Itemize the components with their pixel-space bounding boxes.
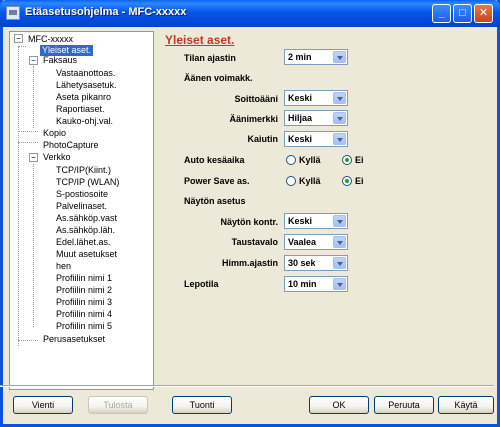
auto-kesaaika-yes-radio[interactable] xyxy=(286,155,296,165)
chevron-down-icon[interactable] xyxy=(333,257,346,269)
tree-line xyxy=(33,66,34,128)
tree-item-root[interactable]: MFC-xxxxx xyxy=(26,34,75,45)
auto-kesaaika-no-radio[interactable] xyxy=(342,155,352,165)
tree-line xyxy=(18,46,19,346)
tree-item-perusasetukset[interactable]: Perusasetukset xyxy=(41,334,107,345)
tree-item-kopio[interactable]: Kopio xyxy=(41,128,68,139)
soittoaani-select[interactable]: Keski xyxy=(284,90,348,106)
chevron-down-icon[interactable] xyxy=(333,133,346,145)
lepotila-value: 10 min xyxy=(288,279,317,289)
nayton-kontr-label: Näytön kontr. xyxy=(220,217,278,227)
tree-item-profiili-3[interactable]: Profiilin nimi 3 xyxy=(54,297,114,308)
himm-ajastin-select[interactable]: 30 sek xyxy=(284,255,348,271)
tree-item-edel-lahet[interactable]: Edel.lähet.as. xyxy=(54,237,113,248)
peruuta-button[interactable]: Peruuta xyxy=(374,396,434,414)
tree-item-tcpip-kiint[interactable]: TCP/IP(Kiint.) xyxy=(54,165,113,176)
kaiutin-value: Keski xyxy=(288,134,313,144)
power-save-label: Power Save as. xyxy=(184,176,250,186)
taustavalo-label: Taustavalo xyxy=(231,237,278,247)
chevron-down-icon[interactable] xyxy=(333,92,346,104)
tree-item-profiili-4[interactable]: Profiilin nimi 4 xyxy=(54,309,114,320)
tree-item-as-sahkop-lah[interactable]: As.sähköp.läh. xyxy=(54,225,117,236)
tree-item-muut-asetukset[interactable]: Muut asetukset xyxy=(54,249,119,260)
window-title: Etäasetusohjelma - MFC-xxxxx xyxy=(25,6,187,18)
soittoaani-label: Soittoääni xyxy=(234,94,278,104)
himm-ajastin-label: Himm.ajastin xyxy=(221,258,278,268)
chevron-down-icon[interactable] xyxy=(333,112,346,124)
collapse-root-icon[interactable]: − xyxy=(14,34,23,43)
tree-item-profiili-5[interactable]: Profiilin nimi 5 xyxy=(54,321,114,332)
lepotila-select[interactable]: 10 min xyxy=(284,276,348,292)
tree-item-hen[interactable]: hen xyxy=(54,261,73,272)
auto-kesaaika-yes-label[interactable]: Kyllä xyxy=(299,155,321,165)
tree-item-profiili-1[interactable]: Profiilin nimi 1 xyxy=(54,273,114,284)
aanimerkki-label: Äänimerkki xyxy=(229,114,278,124)
tuonti-button[interactable]: Tuonti xyxy=(172,396,232,414)
tree-line xyxy=(33,164,34,327)
tulosta-button[interactable]: Tulosta xyxy=(88,396,148,414)
tree-item-verkko[interactable]: Verkko xyxy=(41,152,73,163)
tree-item-profiili-2[interactable]: Profiilin nimi 2 xyxy=(54,285,114,296)
power-save-yes-radio[interactable] xyxy=(286,176,296,186)
chevron-down-icon[interactable] xyxy=(333,51,346,63)
tree-line xyxy=(18,46,26,47)
app-icon xyxy=(6,6,20,20)
ok-button[interactable]: OK xyxy=(309,396,369,414)
tree-line xyxy=(18,131,38,132)
tree-line xyxy=(18,142,38,143)
tree-item-s-postiosoite[interactable]: S-postiosoite xyxy=(54,189,110,200)
taustavalo-value: Vaalea xyxy=(288,237,317,247)
display-header: Näytön asetus xyxy=(184,196,246,206)
tree-item-photocapture[interactable]: PhotoCapture xyxy=(41,140,101,151)
maximize-button[interactable]: □ xyxy=(453,4,472,23)
kaiutin-label: Kaiutin xyxy=(247,134,279,144)
title-bar[interactable]: Etäasetusohjelma - MFC-xxxxx _ □ ✕ xyxy=(0,0,500,27)
aanimerkki-select[interactable]: Hiljaa xyxy=(284,110,348,126)
close-button[interactable]: ✕ xyxy=(474,4,493,23)
aanimerkki-value: Hiljaa xyxy=(288,113,313,123)
himm-ajastin-value: 30 sek xyxy=(288,258,316,268)
chevron-down-icon[interactable] xyxy=(333,236,346,248)
tree-item-vastaanottoas[interactable]: Vastaanottoas. xyxy=(54,68,117,79)
lepotila-label: Lepotila xyxy=(184,279,219,289)
chevron-down-icon[interactable] xyxy=(333,278,346,290)
volume-header: Äänen voimakk. xyxy=(184,73,253,83)
tree-item-raportiaset[interactable]: Raportiaset. xyxy=(54,104,107,115)
collapse-verkko-icon[interactable]: − xyxy=(29,153,38,162)
tree-item-faksaus[interactable]: Faksaus xyxy=(41,55,79,66)
tree-item-lahetysasetuk[interactable]: Lähetysasetuk. xyxy=(54,80,119,91)
tree-item-aseta-pikanro[interactable]: Aseta pikanro xyxy=(54,92,113,103)
kaiutin-select[interactable]: Keski xyxy=(284,131,348,147)
divider xyxy=(0,385,494,387)
vienti-button[interactable]: Vienti xyxy=(13,396,73,414)
auto-kesaaika-no-label[interactable]: Ei xyxy=(355,155,364,165)
tree-item-kauko-ohj[interactable]: Kauko-ohj.val. xyxy=(54,116,115,127)
soittoaani-value: Keski xyxy=(288,93,313,103)
auto-kesaaika-label: Auto kesäaika xyxy=(184,155,245,165)
chevron-down-icon[interactable] xyxy=(333,215,346,227)
tilan-ajastin-label: Tilan ajastin xyxy=(184,53,236,63)
section-title: Yleiset aset. xyxy=(165,33,235,47)
power-save-no-label[interactable]: Ei xyxy=(355,176,364,186)
tilan-ajastin-select[interactable]: 2 min xyxy=(284,49,348,65)
tilan-ajastin-value: 2 min xyxy=(288,52,312,62)
nayton-kontr-select[interactable]: Keski xyxy=(284,213,348,229)
power-save-yes-label[interactable]: Kyllä xyxy=(299,176,321,186)
tree-item-tcpip-wlan[interactable]: TCP/IP (WLAN) xyxy=(54,177,121,188)
power-save-no-radio[interactable] xyxy=(342,176,352,186)
nayton-kontr-value: Keski xyxy=(288,216,313,226)
tree-line xyxy=(18,340,38,341)
settings-tree[interactable]: − MFC-xxxxx Yleiset aset. − Faksaus Vast… xyxy=(9,31,154,390)
taustavalo-select[interactable]: Vaalea xyxy=(284,234,348,250)
kayta-button[interactable]: Käytä xyxy=(438,396,494,414)
collapse-faksaus-icon[interactable]: − xyxy=(29,56,38,65)
minimize-button[interactable]: _ xyxy=(432,4,451,23)
tree-item-as-sahkop-vast[interactable]: As.sähköp.vast xyxy=(54,213,119,224)
tree-item-palvelinaset[interactable]: Palvelinaset. xyxy=(54,201,109,212)
